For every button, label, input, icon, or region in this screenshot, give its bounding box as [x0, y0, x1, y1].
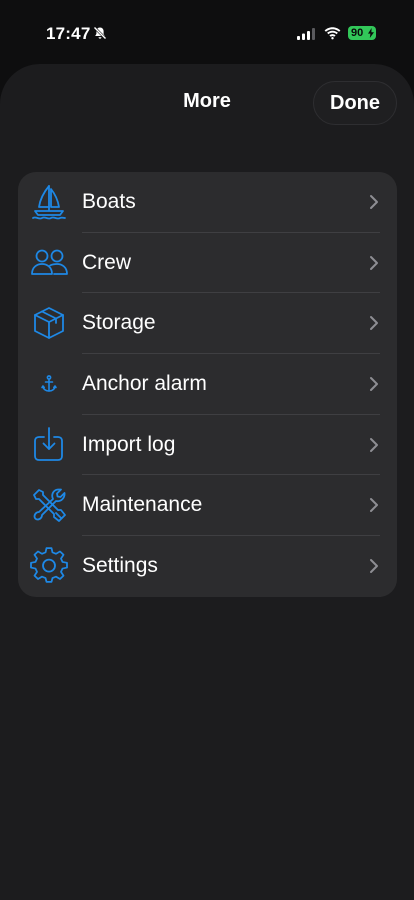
people-icon	[31, 249, 68, 275]
menu-item-settings[interactable]: Settings	[18, 536, 397, 597]
menu-item-label: Anchor alarm	[82, 372, 207, 396]
chevron-right-icon	[370, 195, 378, 209]
box-icon	[34, 307, 64, 340]
menu-item-label: Boats	[82, 190, 136, 213]
menu-item-maintenance[interactable]: Maintenance	[18, 475, 397, 537]
status-bar: 17:47 90	[0, 0, 414, 64]
menu-item-label: Maintenance	[82, 493, 203, 517]
menu-item-boats[interactable]: Boats	[18, 172, 397, 233]
menu-item-crew[interactable]: Crew	[18, 233, 397, 294]
battery-indicator: 90	[348, 26, 376, 40]
chevron-right-icon	[370, 437, 378, 452]
charging-bolt-icon	[368, 28, 374, 38]
chevron-right-icon	[370, 316, 378, 331]
bell-off-icon	[93, 26, 107, 40]
done-button[interactable]: Done	[313, 81, 397, 125]
tools-icon	[33, 489, 66, 523]
anchor-icon	[41, 375, 57, 392]
menu-list: Boats Crew Storage Anchor alarm Import l…	[18, 172, 397, 597]
chevron-right-icon	[370, 255, 378, 270]
chevron-right-icon	[370, 498, 378, 513]
menu-item-label: Settings	[82, 554, 158, 578]
chevron-right-icon	[370, 377, 378, 392]
menu-item-label: Crew	[82, 250, 132, 274]
battery-level: 90	[351, 27, 364, 39]
wifi-icon	[324, 27, 341, 40]
menu-item-anchor-alarm[interactable]: Anchor alarm	[18, 354, 397, 415]
gear-icon	[30, 547, 68, 583]
import-icon	[34, 426, 63, 461]
sailboat-icon	[32, 185, 66, 220]
chevron-right-icon	[370, 559, 378, 574]
menu-item-label: Import log	[82, 432, 176, 456]
menu-item-import-log[interactable]: Import log	[18, 415, 397, 476]
more-sheet: More Done Boats Crew Storage Anchor alar…	[0, 64, 414, 900]
menu-item-storage[interactable]: Storage	[18, 293, 397, 355]
signal-icon	[297, 28, 315, 40]
status-time: 17:47	[46, 24, 91, 43]
menu-item-label: Storage	[82, 311, 156, 335]
